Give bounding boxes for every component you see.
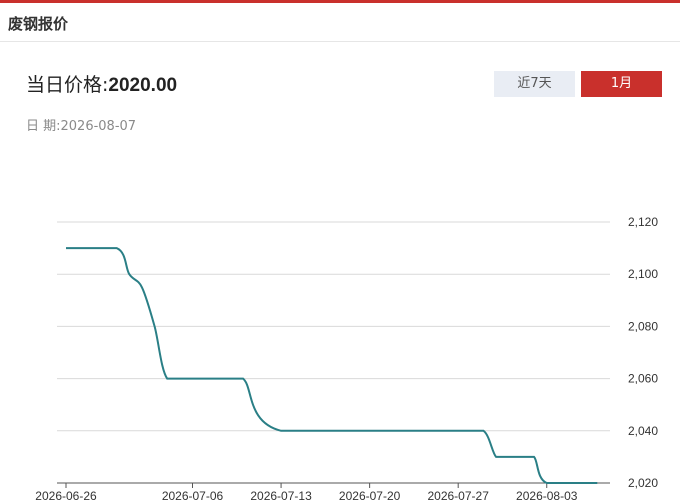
x-tick-label: 2026-07-20 xyxy=(339,489,401,502)
y-tick-label: 2,100 xyxy=(628,267,658,281)
y-tick-label: 2,060 xyxy=(628,372,658,386)
y-tick-label: 2,120 xyxy=(628,215,658,229)
current-price: 当日价格:2020.00 xyxy=(26,70,177,97)
price-date: 日 期:2026-08-07 xyxy=(26,115,136,134)
date-value: 2026-08-07 xyxy=(60,119,137,134)
y-tick-label: 2,080 xyxy=(628,319,658,333)
date-label: 日 期: xyxy=(26,119,61,134)
x-tick-label: 2026-07-13 xyxy=(250,489,312,502)
price-line-chart: 2,020 2,040 2,060 2,080 2,100 2,120 2026-06-2… xyxy=(35,215,658,502)
x-tick-label: 2026-07-27 xyxy=(427,489,489,502)
range-1-month-button[interactable]: 1月 xyxy=(581,71,662,97)
price-value: 2020.00 xyxy=(108,75,178,96)
panel-title: 废钢报价 xyxy=(8,15,69,33)
y-tick-label: 2,020 xyxy=(628,476,658,490)
x-tick-label: 2026-07-06 xyxy=(162,489,224,502)
y-tick-label: 2,040 xyxy=(628,424,658,438)
x-axis-labels: 2026-06-26 2026-07-06 2026-07-13 2026-07-20… xyxy=(35,483,578,502)
x-tick-label: 2026-06-26 xyxy=(35,489,97,502)
x-tick-label: 2026-08-03 xyxy=(516,489,578,502)
price-series-line xyxy=(65,247,598,484)
grid-lines xyxy=(57,221,610,484)
y-axis-labels: 2,020 2,040 2,060 2,080 2,100 2,120 xyxy=(628,215,658,490)
range-7-days-button[interactable]: 近7天 xyxy=(494,71,575,97)
panel-header: 废钢报价 xyxy=(0,3,680,42)
price-label: 当日价格: xyxy=(26,74,109,96)
